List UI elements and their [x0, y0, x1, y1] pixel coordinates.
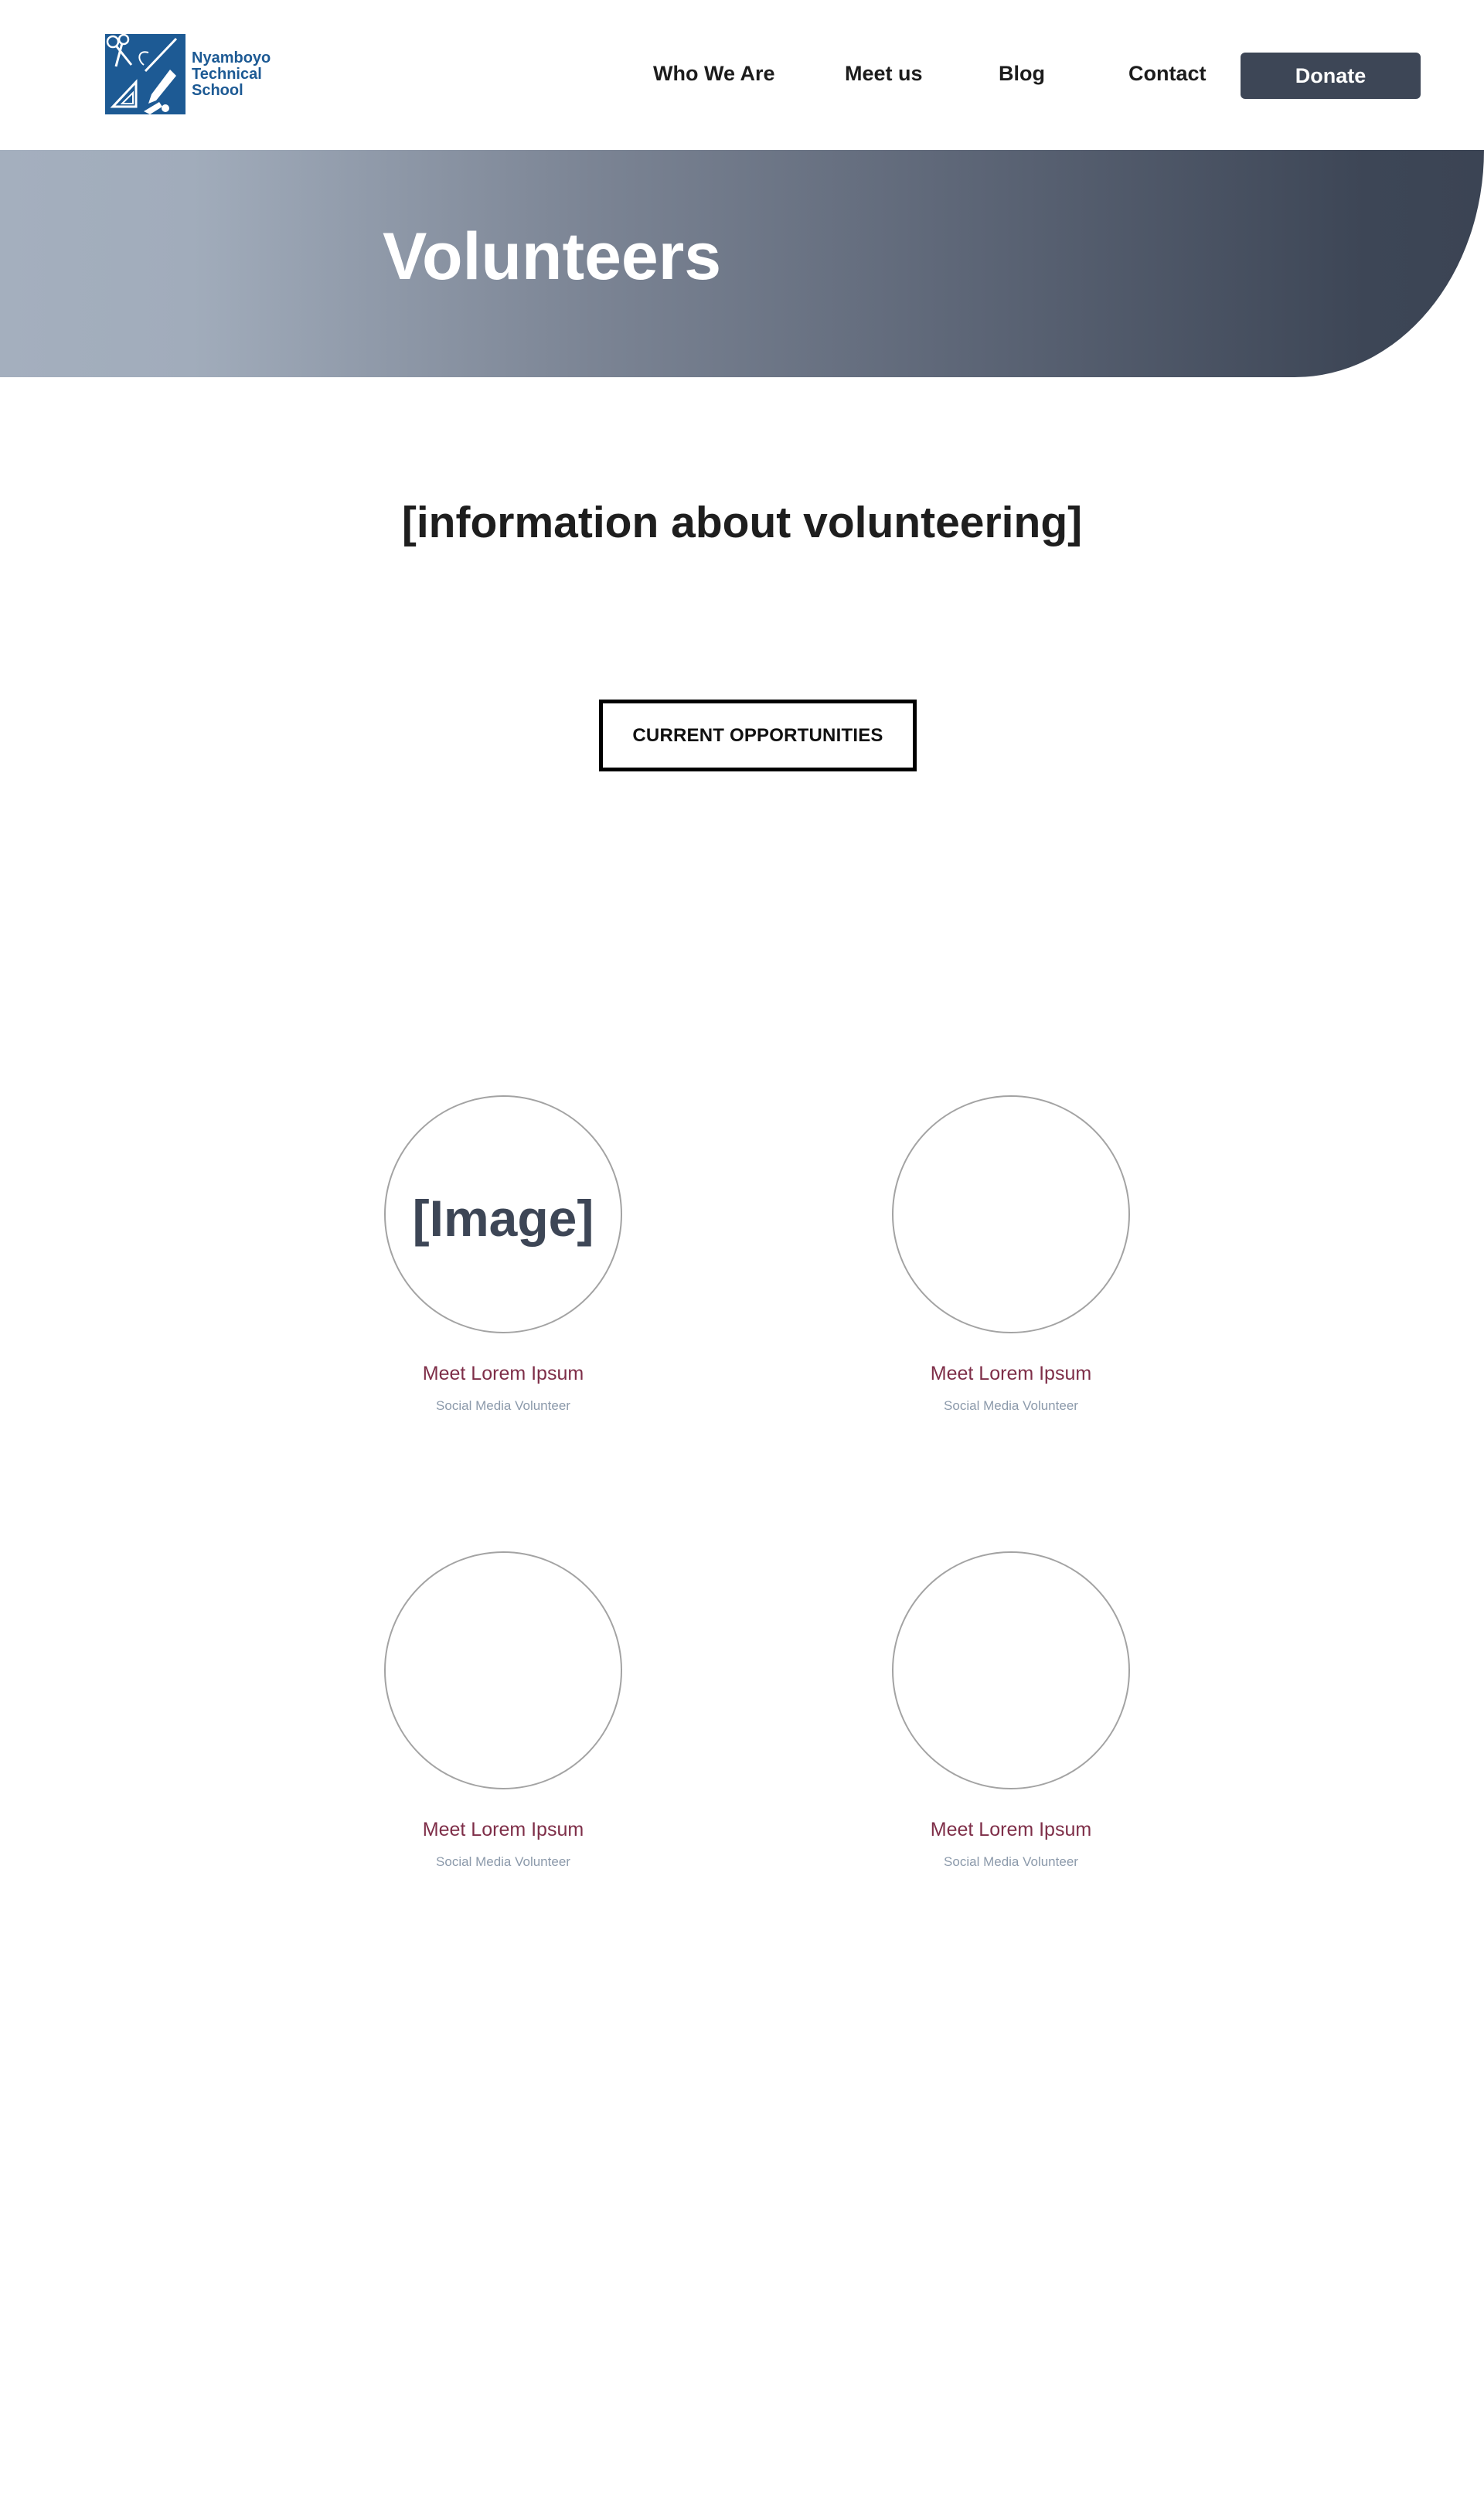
- volunteer-avatar: [892, 1551, 1130, 1789]
- volunteer-role: Social Media Volunteer: [944, 1398, 1078, 1413]
- volunteer-role: Social Media Volunteer: [436, 1854, 570, 1869]
- volunteer-name[interactable]: Meet Lorem Ipsum: [856, 1819, 1166, 1841]
- nav-who-we-are[interactable]: Who We Are: [653, 62, 775, 86]
- volunteer-name[interactable]: Meet Lorem Ipsum: [349, 1819, 658, 1841]
- volunteer-name[interactable]: Meet Lorem Ipsum: [856, 1363, 1166, 1385]
- volunteer-name[interactable]: Meet Lorem Ipsum: [349, 1363, 658, 1385]
- hero-banner: Volunteers: [0, 150, 1484, 377]
- nav-blog[interactable]: Blog: [999, 62, 1045, 86]
- image-placeholder: [Image]: [412, 1190, 594, 1247]
- nav-contact[interactable]: Contact: [1128, 62, 1207, 86]
- volunteer-avatar: [892, 1095, 1130, 1333]
- volunteer-avatar: [384, 1551, 622, 1789]
- volunteer-avatar: [Image]: [384, 1095, 622, 1333]
- volunteer-role: Social Media Volunteer: [436, 1398, 570, 1413]
- site-header: Nyamboyo Technical School Who We Are Mee…: [0, 0, 1484, 150]
- volunteering-info: [information about volunteering]: [401, 498, 1083, 547]
- donate-button[interactable]: Donate: [1241, 53, 1421, 99]
- nav-meet-us[interactable]: Meet us: [845, 62, 923, 86]
- current-opportunities-button[interactable]: CURRENT OPPORTUNITIES: [599, 700, 917, 771]
- volunteer-role: Social Media Volunteer: [944, 1854, 1078, 1869]
- page-title: Volunteers: [383, 220, 722, 294]
